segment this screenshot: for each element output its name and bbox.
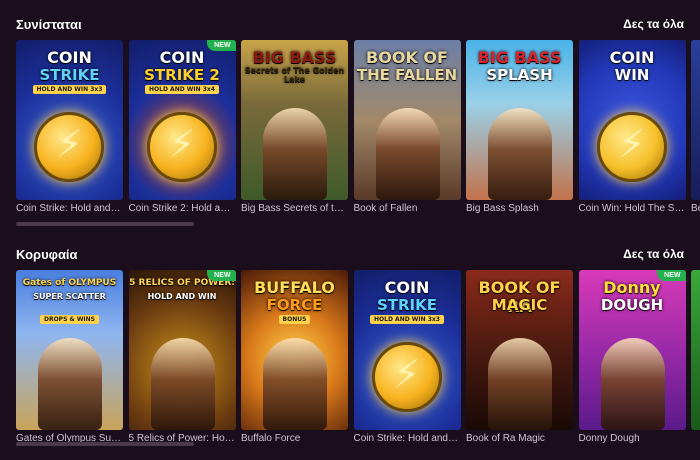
game-title: Big Bass Splash	[466, 203, 539, 214]
section-header: Κορυφαία Δες τα όλα	[16, 244, 684, 264]
game-card[interactable]: BIG BASS Secrets of The Golden Lake Big Ba…	[241, 40, 348, 214]
section-header: Συνίσταται Δες τα όλα	[16, 14, 684, 34]
game-logo-subtitle: HOLD AND WIN 3x4	[129, 85, 236, 94]
game-logo-line-2: DOUGH	[600, 296, 664, 314]
game-thumbnail[interactable]: ⚡ COIN STRIKE HOLD AND WIN 3x3	[353, 270, 461, 430]
character-figure	[38, 338, 102, 430]
game-card[interactable]: BOOK OF RA MAGIC Book of Ra Magic	[466, 270, 573, 444]
game-card[interactable]: ⚡ COIN STRIKE HOLD AND WIN 3x3 Coin Strike: …	[16, 40, 123, 214]
see-all-link[interactable]: Δες τα όλα	[623, 17, 684, 31]
game-title: Coin Strike: Hold and Win	[16, 203, 123, 214]
game-card[interactable]: 5 RELICS OF POWER: HOLD AND WIN NEW 5 Relic…	[128, 270, 236, 444]
game-logo-line-1: BUFFALO	[254, 278, 335, 297]
game-thumbnail[interactable]: BOOK OF THE FALLEN	[353, 40, 461, 200]
game-thumbnail[interactable]: Gates of OLYMPUS SUPER SCATTER DROPS & WIN…	[16, 270, 123, 430]
new-badge: NEW	[657, 270, 686, 281]
lightning-icon: ⚡	[618, 122, 646, 166]
top-section: Κορυφαία Δες τα όλα Gates of OLYMPUS SUPE…	[0, 230, 700, 460]
game-thumbnail[interactable]: Donny DOUGH NEW	[578, 270, 686, 430]
game-logo-subtitle: HOLD AND WIN 3x3	[16, 85, 123, 94]
game-logo-line-1: COIN	[384, 278, 430, 297]
section-title: Κορυφαία	[16, 246, 78, 262]
lightning-icon: ⚡	[56, 122, 83, 166]
lightning-icon: ⚡	[168, 122, 196, 166]
game-title: Book of Ra Magic	[466, 433, 545, 444]
game-title: Be	[691, 203, 700, 214]
game-logo-line-2: STRIKE	[376, 296, 438, 314]
game-title: Coin Win: Hold The Spin	[578, 203, 686, 214]
game-thumbnail[interactable]: BOOK OF RA MAGIC	[466, 270, 573, 430]
character-figure	[488, 338, 552, 430]
game-logo-line-2: SPLASH	[486, 66, 553, 84]
game-thumbnail[interactable]: 5 RELICS OF POWER: HOLD AND WIN NEW	[128, 270, 236, 430]
game-logo-line-1: BIG BASS	[477, 48, 562, 67]
game-title: Coin Strike 2: Hold and Win	[128, 203, 236, 214]
game-logo-subtitle: HOLD AND WIN 3x3	[354, 315, 461, 324]
game-card[interactable]: BUFFALO FORCE BONUS Buffalo Force	[241, 270, 348, 444]
game-logo-line-2: MAGIC	[491, 296, 548, 314]
game-title: Buffalo Force	[241, 433, 301, 444]
game-thumbnail[interactable]	[691, 40, 700, 200]
game-title: Big Bass Secrets of the Golden Lake	[241, 203, 348, 214]
character-figure	[375, 108, 440, 200]
game-logo-line-2: STRIKE	[39, 66, 100, 84]
new-badge: NEW	[207, 270, 236, 281]
game-thumbnail[interactable]: BIG BASS SPLASH	[466, 40, 573, 200]
carousel-scrollbar[interactable]	[16, 222, 194, 226]
game-logo-line-2: THE FALLEN	[356, 66, 458, 84]
section-title: Συνίσταται	[16, 16, 82, 32]
game-thumbnail[interactable]: ⚡ COIN STRIKE HOLD AND WIN 3x3	[16, 40, 123, 200]
game-card[interactable]: ⚡ COIN STRIKE 2 HOLD AND WIN 3x4 NEW Coin Str…	[128, 40, 236, 214]
game-carousel[interactable]: Gates of OLYMPUS SUPER SCATTER DROPS & WIN…	[16, 270, 700, 446]
game-card[interactable]: BOOK OF THE FALLEN Book of Fallen	[353, 40, 461, 214]
character-figure	[150, 338, 215, 430]
game-artwork	[691, 270, 700, 430]
subtitle-pill: BONUS	[278, 315, 311, 324]
character-figure	[600, 338, 665, 430]
game-thumbnail[interactable]: BUFFALO FORCE BONUS	[241, 270, 348, 430]
game-card[interactable]: Be	[691, 40, 700, 214]
carousel-scrollbar[interactable]	[16, 442, 194, 446]
game-thumbnail[interactable]: ⚡ COIN WIN	[578, 40, 686, 200]
subtitle-pill: HOLD AND WIN 3x3	[32, 85, 107, 94]
subtitle-pill: DROPS & WINS	[39, 315, 100, 324]
game-thumbnail[interactable]: ⚡ COIN STRIKE 2 HOLD AND WIN 3x4 NEW	[128, 40, 236, 200]
character-figure	[263, 108, 327, 200]
game-logo-line-2: HOLD AND WIN	[147, 292, 217, 301]
game-thumbnail[interactable]	[691, 270, 700, 430]
game-logo-line-1: COIN	[609, 48, 655, 67]
game-carousel[interactable]: ⚡ COIN STRIKE HOLD AND WIN 3x3 Coin Strike: …	[16, 40, 700, 216]
see-all-link[interactable]: Δες τα όλα	[623, 247, 684, 261]
game-logo-line-1: BIG BASS	[252, 48, 337, 67]
game-logo-subtitle: DROPS & WINS	[16, 315, 123, 324]
game-logo-line-2: WIN	[614, 66, 650, 84]
game-card[interactable]: Gates of OLYMPUS SUPER SCATTER DROPS & WIN…	[16, 270, 123, 444]
game-card[interactable]: ⚡ COIN STRIKE HOLD AND WIN 3x3 Coin Strike: …	[353, 270, 461, 444]
game-logo-line-1: BOOK OF	[366, 48, 448, 67]
game-logo-line-2: STRIKE 2	[144, 66, 220, 84]
subtitle-pill: HOLD AND WIN 3x4	[145, 85, 219, 94]
character-figure	[488, 108, 552, 200]
game-thumbnail[interactable]: BIG BASS Secrets of The Golden Lake	[241, 40, 348, 200]
new-badge: NEW	[207, 40, 236, 51]
game-card[interactable]: Donny DOUGH NEW Donny Dough	[578, 270, 686, 444]
game-logo-line-2: SUPER SCATTER	[33, 292, 106, 301]
game-card[interactable]: BIG BASS SPLASH Big Bass Splash	[466, 40, 573, 214]
lightning-icon: ⚡	[393, 352, 421, 396]
subtitle-pill: HOLD AND WIN 3x3	[370, 315, 444, 324]
game-card[interactable]	[691, 270, 700, 433]
recommended-section: Συνίσταται Δες τα όλα ⚡ COIN STRIKE HOLD AN…	[0, 0, 700, 230]
game-logo-line-2: Secrets of The Golden Lake	[244, 66, 345, 84]
game-artwork	[691, 40, 700, 200]
character-figure	[263, 338, 327, 430]
game-logo-line-1: Gates of OLYMPUS	[22, 278, 117, 288]
game-title: Donny Dough	[578, 433, 640, 444]
game-card[interactable]: ⚡ COIN WIN Coin Win: Hold The Spin	[578, 40, 686, 214]
game-logo-subtitle: BONUS	[241, 315, 348, 324]
game-title: Book of Fallen	[353, 203, 418, 214]
game-title: Coin Strike: Hold and Win	[353, 433, 461, 444]
game-logo-line-2: FORCE	[266, 296, 323, 314]
game-logo-line-1: COIN	[47, 48, 92, 67]
